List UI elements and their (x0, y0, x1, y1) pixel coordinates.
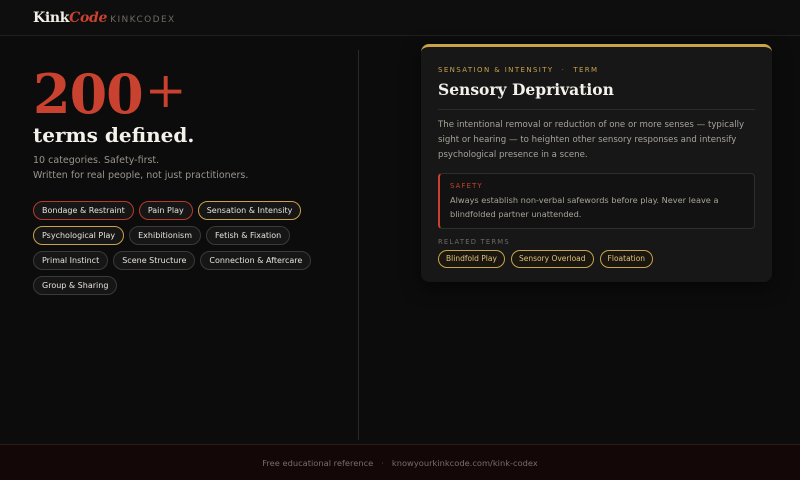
logo-code: Code (69, 9, 108, 26)
category-chip[interactable]: Fetish & Fixation (206, 226, 291, 245)
term-kind: TERM (573, 66, 599, 74)
footer-url[interactable]: knowyourkinkcode.com/kink-codex (392, 458, 538, 468)
term-eyebrow: SENSATION & INTENSITY · TERM (438, 66, 755, 74)
related-term-chip[interactable]: Blindfold Play (438, 250, 505, 268)
term-category: SENSATION & INTENSITY (438, 66, 554, 74)
related-terms: Blindfold Play Sensory Overload Floatati… (438, 250, 755, 268)
category-chip[interactable]: Primal Instinct (33, 251, 109, 270)
category-chip[interactable]: Psychological Play (33, 226, 125, 245)
safety-text: Always establish non-verbal safewords be… (450, 195, 719, 219)
safety-label: SAFETY (450, 182, 483, 190)
logo[interactable]: Kink Code KINKCODEX (33, 10, 176, 26)
term-count: 200+ (33, 62, 333, 122)
eyebrow-separator: · (561, 66, 566, 74)
hero-tagline: 10 categories. Safety-first. Written for… (33, 153, 333, 183)
logo-subtitle: KINKCODEX (110, 14, 176, 25)
category-chip[interactable]: Bondage & Restraint (33, 201, 134, 220)
tagline-line-1: 10 categories. Safety-first. (33, 155, 160, 166)
top-bar: Kink Code KINKCODEX (0, 0, 800, 36)
hero-subhead: terms defined. (33, 123, 195, 147)
term-description: The intentional removal or reduction of … (438, 120, 745, 160)
term-count-number: 200 (33, 62, 144, 126)
related-terms-label: RELATED TERMS (438, 238, 510, 246)
related-term-chip[interactable]: Floatation (599, 250, 654, 268)
footer-text: Free educational reference (262, 457, 374, 468)
logo-kink: Kink (33, 9, 70, 26)
category-chip[interactable]: Group & Sharing (33, 276, 118, 295)
category-chip[interactable]: Connection & Aftercare (200, 251, 312, 270)
term-title: Sensory Deprivation (438, 80, 755, 110)
term-count-plus: + (144, 61, 187, 119)
safety-note: SAFETY Always establish non-verbal safew… (438, 173, 755, 229)
category-chip[interactable]: Pain Play (138, 201, 193, 220)
footer-separator: · (381, 457, 384, 468)
category-chip[interactable]: Scene Structure (113, 251, 196, 270)
category-chips: Bondage & Restraint Pain Play Sensation & … (33, 201, 333, 295)
tagline-line-2: Written for real people, not just practi… (33, 170, 249, 181)
term-card: SENSATION & INTENSITY · TERM Sensory Dep… (421, 44, 772, 282)
related-term-chip[interactable]: Sensory Overload (510, 250, 594, 268)
hero: 200+ terms defined. 10 categories. Safet… (33, 62, 333, 183)
category-chip[interactable]: Sensation & Intensity (197, 201, 302, 220)
category-chip[interactable]: Exhibitionism (129, 226, 202, 245)
column-divider (358, 50, 359, 440)
footer: Free educational reference · knowyourkin… (0, 444, 800, 480)
